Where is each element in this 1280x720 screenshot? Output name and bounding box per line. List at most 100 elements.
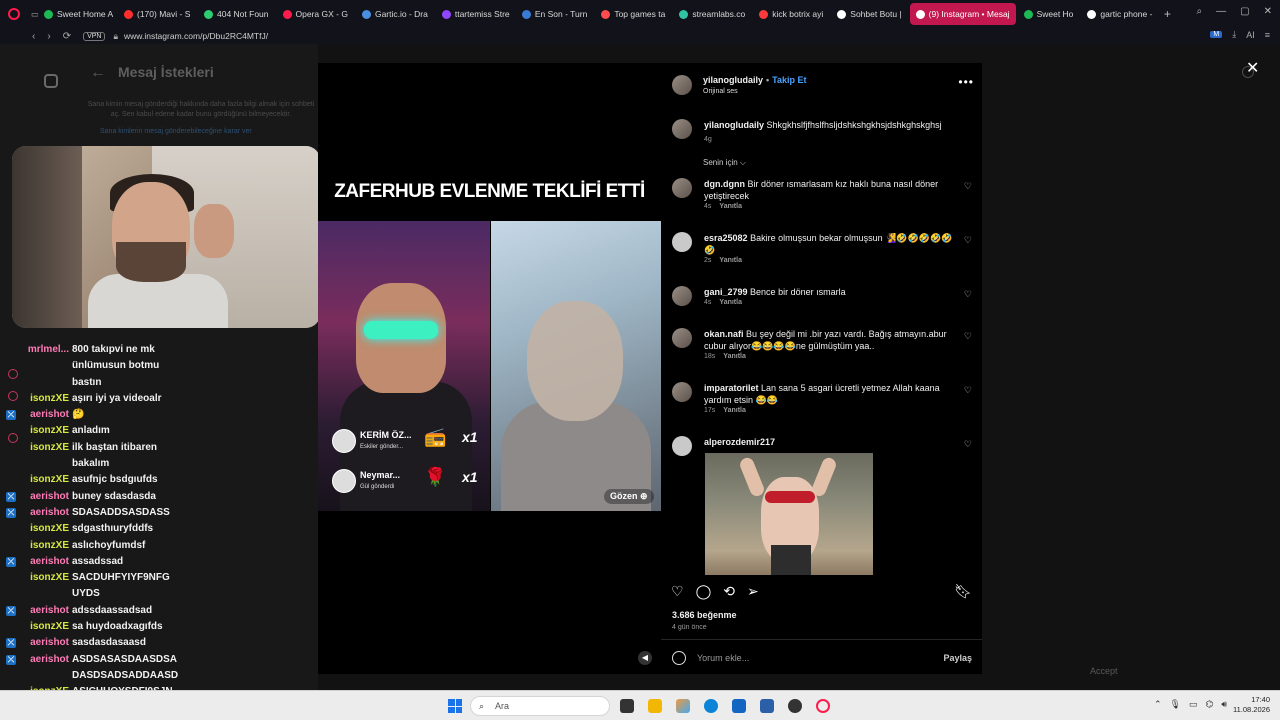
comment-username[interactable]: okan.nafi: [704, 329, 744, 339]
avatar[interactable]: [672, 119, 692, 139]
browser-tab[interactable]: Sohbet Botu |: [831, 3, 907, 25]
mute-toggle-icon[interactable]: ◀︎: [638, 651, 652, 665]
comment-image[interactable]: [705, 453, 873, 575]
store-icon[interactable]: [760, 699, 774, 713]
chat-username[interactable]: isonzXE: [0, 538, 72, 554]
browser-tab[interactable]: Top games ta: [595, 3, 671, 25]
comment-sort-dropdown[interactable]: Senin için ⌵: [703, 158, 746, 168]
audio-label[interactable]: Orijinal ses: [703, 88, 738, 95]
browser-tab[interactable]: Gartic.io - Dra: [356, 3, 434, 25]
ai-button[interactable]: AI: [1246, 30, 1255, 40]
comment-like-icon[interactable]: ♡: [964, 235, 972, 246]
volume-icon[interactable]: 🔊︎: [1221, 699, 1227, 710]
comment-input[interactable]: Yorum ekle...: [697, 653, 749, 663]
reload-icon[interactable]: ⟳: [63, 31, 71, 42]
windows-start-icon[interactable]: [448, 699, 462, 713]
copilot-icon[interactable]: [676, 699, 690, 713]
browser-tab[interactable]: gartic phone -: [1081, 3, 1158, 25]
comment-like-icon[interactable]: ♡: [964, 181, 972, 192]
avatar[interactable]: [672, 232, 692, 252]
reply-button[interactable]: Yanıtla: [719, 299, 742, 306]
chat-tool-icon[interactable]: [8, 433, 18, 443]
post-comment-button[interactable]: Paylaş: [943, 653, 972, 663]
chat-username[interactable]: isonzXE: [0, 440, 72, 473]
back-arrow-icon[interactable]: ‹: [32, 31, 35, 42]
comment-username[interactable]: esra25082: [704, 233, 748, 243]
avatar[interactable]: [672, 178, 692, 198]
comment-bubble-icon[interactable]: ◯: [696, 583, 712, 600]
browser-tab[interactable]: En Son - Turn: [516, 3, 593, 25]
opera-gx-icon[interactable]: [816, 699, 830, 713]
more-options-icon[interactable]: •••: [958, 75, 974, 89]
follow-button[interactable]: Takip Et: [772, 75, 806, 85]
accept-button[interactable]: Accept: [1090, 666, 1118, 676]
new-tab-button[interactable]: +: [1158, 7, 1176, 21]
microphone-icon[interactable]: 🎙︎: [1170, 699, 1181, 710]
chat-username[interactable]: isonzXE: [0, 619, 72, 635]
reply-button[interactable]: Yanıtla: [719, 257, 742, 264]
task-view-icon[interactable]: [620, 699, 634, 713]
vpn-badge[interactable]: VPN: [83, 31, 106, 41]
comment-username[interactable]: imparatorilet: [704, 383, 759, 393]
comment-username[interactable]: dgn.dgnn: [704, 179, 745, 189]
reply-button[interactable]: Yanıtla: [719, 203, 742, 210]
browser-tab[interactable]: Sweet Ho: [1018, 3, 1080, 25]
instagram-icon[interactable]: [44, 74, 58, 88]
browser-tab[interactable]: (170) Mavi - S: [118, 3, 196, 25]
comment-like-icon[interactable]: ♡: [964, 331, 972, 342]
comment-username[interactable]: gani_2799: [704, 287, 748, 297]
search-icon[interactable]: ⌕: [1197, 6, 1203, 17]
browser-tab[interactable]: Sweet Home A: [38, 3, 116, 25]
network-icon[interactable]: ⌬: [1206, 699, 1214, 710]
close-modal-icon[interactable]: ✕: [1246, 58, 1259, 78]
like-count[interactable]: 3.686 beğenme: [672, 610, 737, 620]
maximize-icon[interactable]: ▢: [1240, 6, 1249, 17]
taskbar-search[interactable]: ⌕ Ara: [470, 696, 610, 716]
emoji-icon[interactable]: [672, 651, 686, 665]
opera-logo-icon[interactable]: [0, 0, 28, 28]
outlook-icon[interactable]: [732, 699, 746, 713]
avatar[interactable]: [672, 382, 692, 402]
chevron-up-icon[interactable]: ⌃: [1154, 699, 1162, 710]
avatar[interactable]: [672, 328, 692, 348]
chat-tool-icon[interactable]: [8, 391, 18, 401]
file-explorer-icon[interactable]: [648, 699, 662, 713]
extension-icon[interactable]: M: [1210, 31, 1223, 38]
caption-user[interactable]: yilanogludaily: [704, 120, 764, 130]
chat-username[interactable]: isonzXE: [0, 521, 72, 537]
download-icon[interactable]: ⤓: [1232, 29, 1236, 40]
comment-like-icon[interactable]: ♡: [964, 289, 972, 300]
reel-video[interactable]: ZAFERHUB EVLENME TEKLİFİ ETTİ KERİM ÖZ..…: [318, 63, 661, 674]
browser-tab[interactable]: ttartemiss Stre: [436, 3, 514, 25]
comment-like-icon[interactable]: ♡: [964, 439, 972, 450]
avatar[interactable]: [672, 436, 692, 456]
obs-icon[interactable]: [788, 699, 802, 713]
back-arrow-icon[interactable]: ←: [90, 64, 106, 82]
chat-tool-icon[interactable]: [8, 369, 18, 379]
message-settings-link[interactable]: Sana kimlerin mesaj gönderebileceğine ka…: [100, 128, 252, 135]
browser-tab[interactable]: (9) Instagram • Mesaj: [909, 3, 1016, 25]
browser-tab[interactable]: Opera GX - G: [277, 3, 354, 25]
forward-arrow-icon[interactable]: ›: [47, 31, 50, 42]
url-input[interactable]: www.instagram.com/p/Dbu2RC4MTfJ/: [124, 31, 268, 41]
browser-tab[interactable]: kick botrix ayi: [753, 3, 829, 25]
chat-username[interactable]: mrlmel...: [0, 342, 72, 391]
repost-icon[interactable]: ⟲: [723, 583, 735, 600]
browser-tab[interactable]: streamlabs.co: [673, 3, 751, 25]
display-icon[interactable]: ▭: [1189, 699, 1198, 710]
share-send-icon[interactable]: ➢: [747, 583, 759, 600]
reply-button[interactable]: Yanıtla: [723, 353, 746, 360]
clock[interactable]: 17:40 11.08.2026: [1228, 695, 1270, 715]
bookmark-icon[interactable]: 🔖︎: [954, 583, 972, 600]
minimize-icon[interactable]: —: [1216, 6, 1226, 17]
browser-tab[interactable]: 404 Not Foun: [198, 3, 275, 25]
reply-button[interactable]: Yanıtla: [723, 407, 746, 414]
avatar[interactable]: [672, 286, 692, 306]
close-window-icon[interactable]: ✕: [1264, 6, 1272, 17]
chat-username[interactable]: isonzXE: [0, 570, 72, 603]
comment-like-icon[interactable]: ♡: [964, 385, 972, 396]
menu-icon[interactable]: ≡: [1265, 30, 1270, 40]
avatar[interactable]: [672, 75, 692, 95]
author-name[interactable]: yilanogludaily: [703, 75, 763, 85]
chat-username[interactable]: isonzXE: [0, 472, 72, 488]
